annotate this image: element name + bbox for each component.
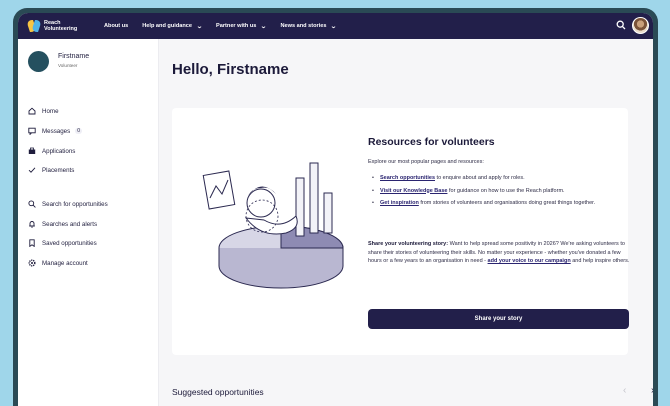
- search-icon: [28, 200, 36, 208]
- profile-avatar: [28, 51, 49, 72]
- sidebar-item-home[interactable]: Home: [28, 107, 59, 115]
- main-content: Hello, Firstname Resources for volunteer…: [159, 39, 653, 406]
- volunteer-illustration: [202, 162, 344, 289]
- sidebar-item-search-opportunities[interactable]: Search for opportunities: [28, 200, 108, 208]
- nav-about-us[interactable]: About us: [104, 23, 128, 29]
- list-item: Search opportunities to enquire about an…: [368, 174, 630, 183]
- check-icon: [28, 167, 36, 173]
- bookmark-icon: [29, 239, 35, 247]
- sidebar: Firstname Volunteer Home Messages 0 Appl…: [18, 39, 159, 406]
- list-item: Visit our Knowledge Base for guidance on…: [368, 187, 630, 196]
- reach-logo[interactable]: Reach Volunteering: [26, 20, 90, 32]
- sidebar-item-label: Search for opportunities: [42, 200, 108, 208]
- resources-title: Resources for volunteers: [368, 136, 495, 148]
- sidebar-item-label: Saved opportunities: [42, 239, 97, 247]
- suggested-opportunities-heading: Suggested opportunities: [172, 387, 264, 397]
- share-story-text: Share your volunteering story: Want to h…: [368, 241, 630, 264]
- get-inspiration-link[interactable]: Get inspiration: [380, 200, 419, 206]
- share-your-story-button[interactable]: Share your story: [368, 309, 629, 329]
- sidebar-item-applications[interactable]: Applications: [28, 147, 75, 155]
- sidebar-item-searches-alerts[interactable]: Searches and alerts: [28, 220, 97, 228]
- sidebar-item-label: Searches and alerts: [42, 220, 98, 228]
- profile-name: Firstname: [58, 53, 90, 60]
- page-title: Hello, Firstname: [172, 61, 289, 78]
- sidebar-item-manage-account[interactable]: Manage account: [28, 259, 88, 267]
- logo-line-2: Volunteering: [44, 26, 78, 32]
- resources-intro: Explore our most popular pages and resou…: [368, 159, 484, 165]
- sidebar-item-label: Messages: [42, 127, 71, 135]
- home-icon: [28, 107, 36, 115]
- sidebar-item-saved-opportunities[interactable]: Saved opportunities: [28, 239, 97, 247]
- chevron-left-icon[interactable]: ‹: [623, 385, 626, 396]
- applications-icon: [28, 147, 36, 154]
- nav-help-and-guidance[interactable]: Help and guidance ⌄: [142, 23, 203, 30]
- message-icon: [28, 127, 36, 135]
- heart-logo-icon: [26, 20, 42, 32]
- sidebar-item-placements[interactable]: Placements: [28, 166, 74, 174]
- nav-partner-with-us[interactable]: Partner with us ⌄: [216, 23, 268, 30]
- list-item: Get inspiration from stories of voluntee…: [368, 199, 630, 208]
- gear-icon: [28, 259, 36, 267]
- knowledge-base-link[interactable]: Visit our Knowledge Base: [380, 188, 447, 194]
- top-navigation: Reach Volunteering About us Help and gui…: [18, 13, 653, 39]
- resources-card: Resources for volunteers Explore our mos…: [172, 108, 630, 355]
- sidebar-item-label: Manage account: [42, 259, 88, 267]
- user-avatar[interactable]: [632, 17, 649, 34]
- chevron-down-icon: ⌄: [330, 23, 338, 30]
- chevron-right-icon[interactable]: ›: [651, 385, 653, 396]
- campaign-link[interactable]: add your voice to our campaign: [488, 258, 571, 264]
- sidebar-item-label: Applications: [42, 147, 76, 155]
- sidebar-item-label: Home: [42, 107, 59, 115]
- messages-count-badge: 0: [75, 128, 82, 134]
- resources-list: Search opportunities to enquire about an…: [368, 174, 630, 212]
- nav-news-and-stories[interactable]: News and stories ⌄: [280, 23, 338, 30]
- chevron-down-icon: ⌄: [260, 23, 268, 30]
- search-icon[interactable]: [616, 20, 626, 30]
- profile-role: Volunteer: [58, 63, 78, 68]
- search-opportunities-link[interactable]: Search opportunities: [380, 175, 435, 181]
- chevron-down-icon: ⌄: [196, 23, 203, 30]
- sidebar-item-label: Placements: [42, 166, 75, 174]
- sidebar-item-messages[interactable]: Messages 0: [28, 127, 82, 135]
- app-window: Reach Volunteering About us Help and gui…: [18, 13, 653, 406]
- bell-icon: [29, 221, 35, 228]
